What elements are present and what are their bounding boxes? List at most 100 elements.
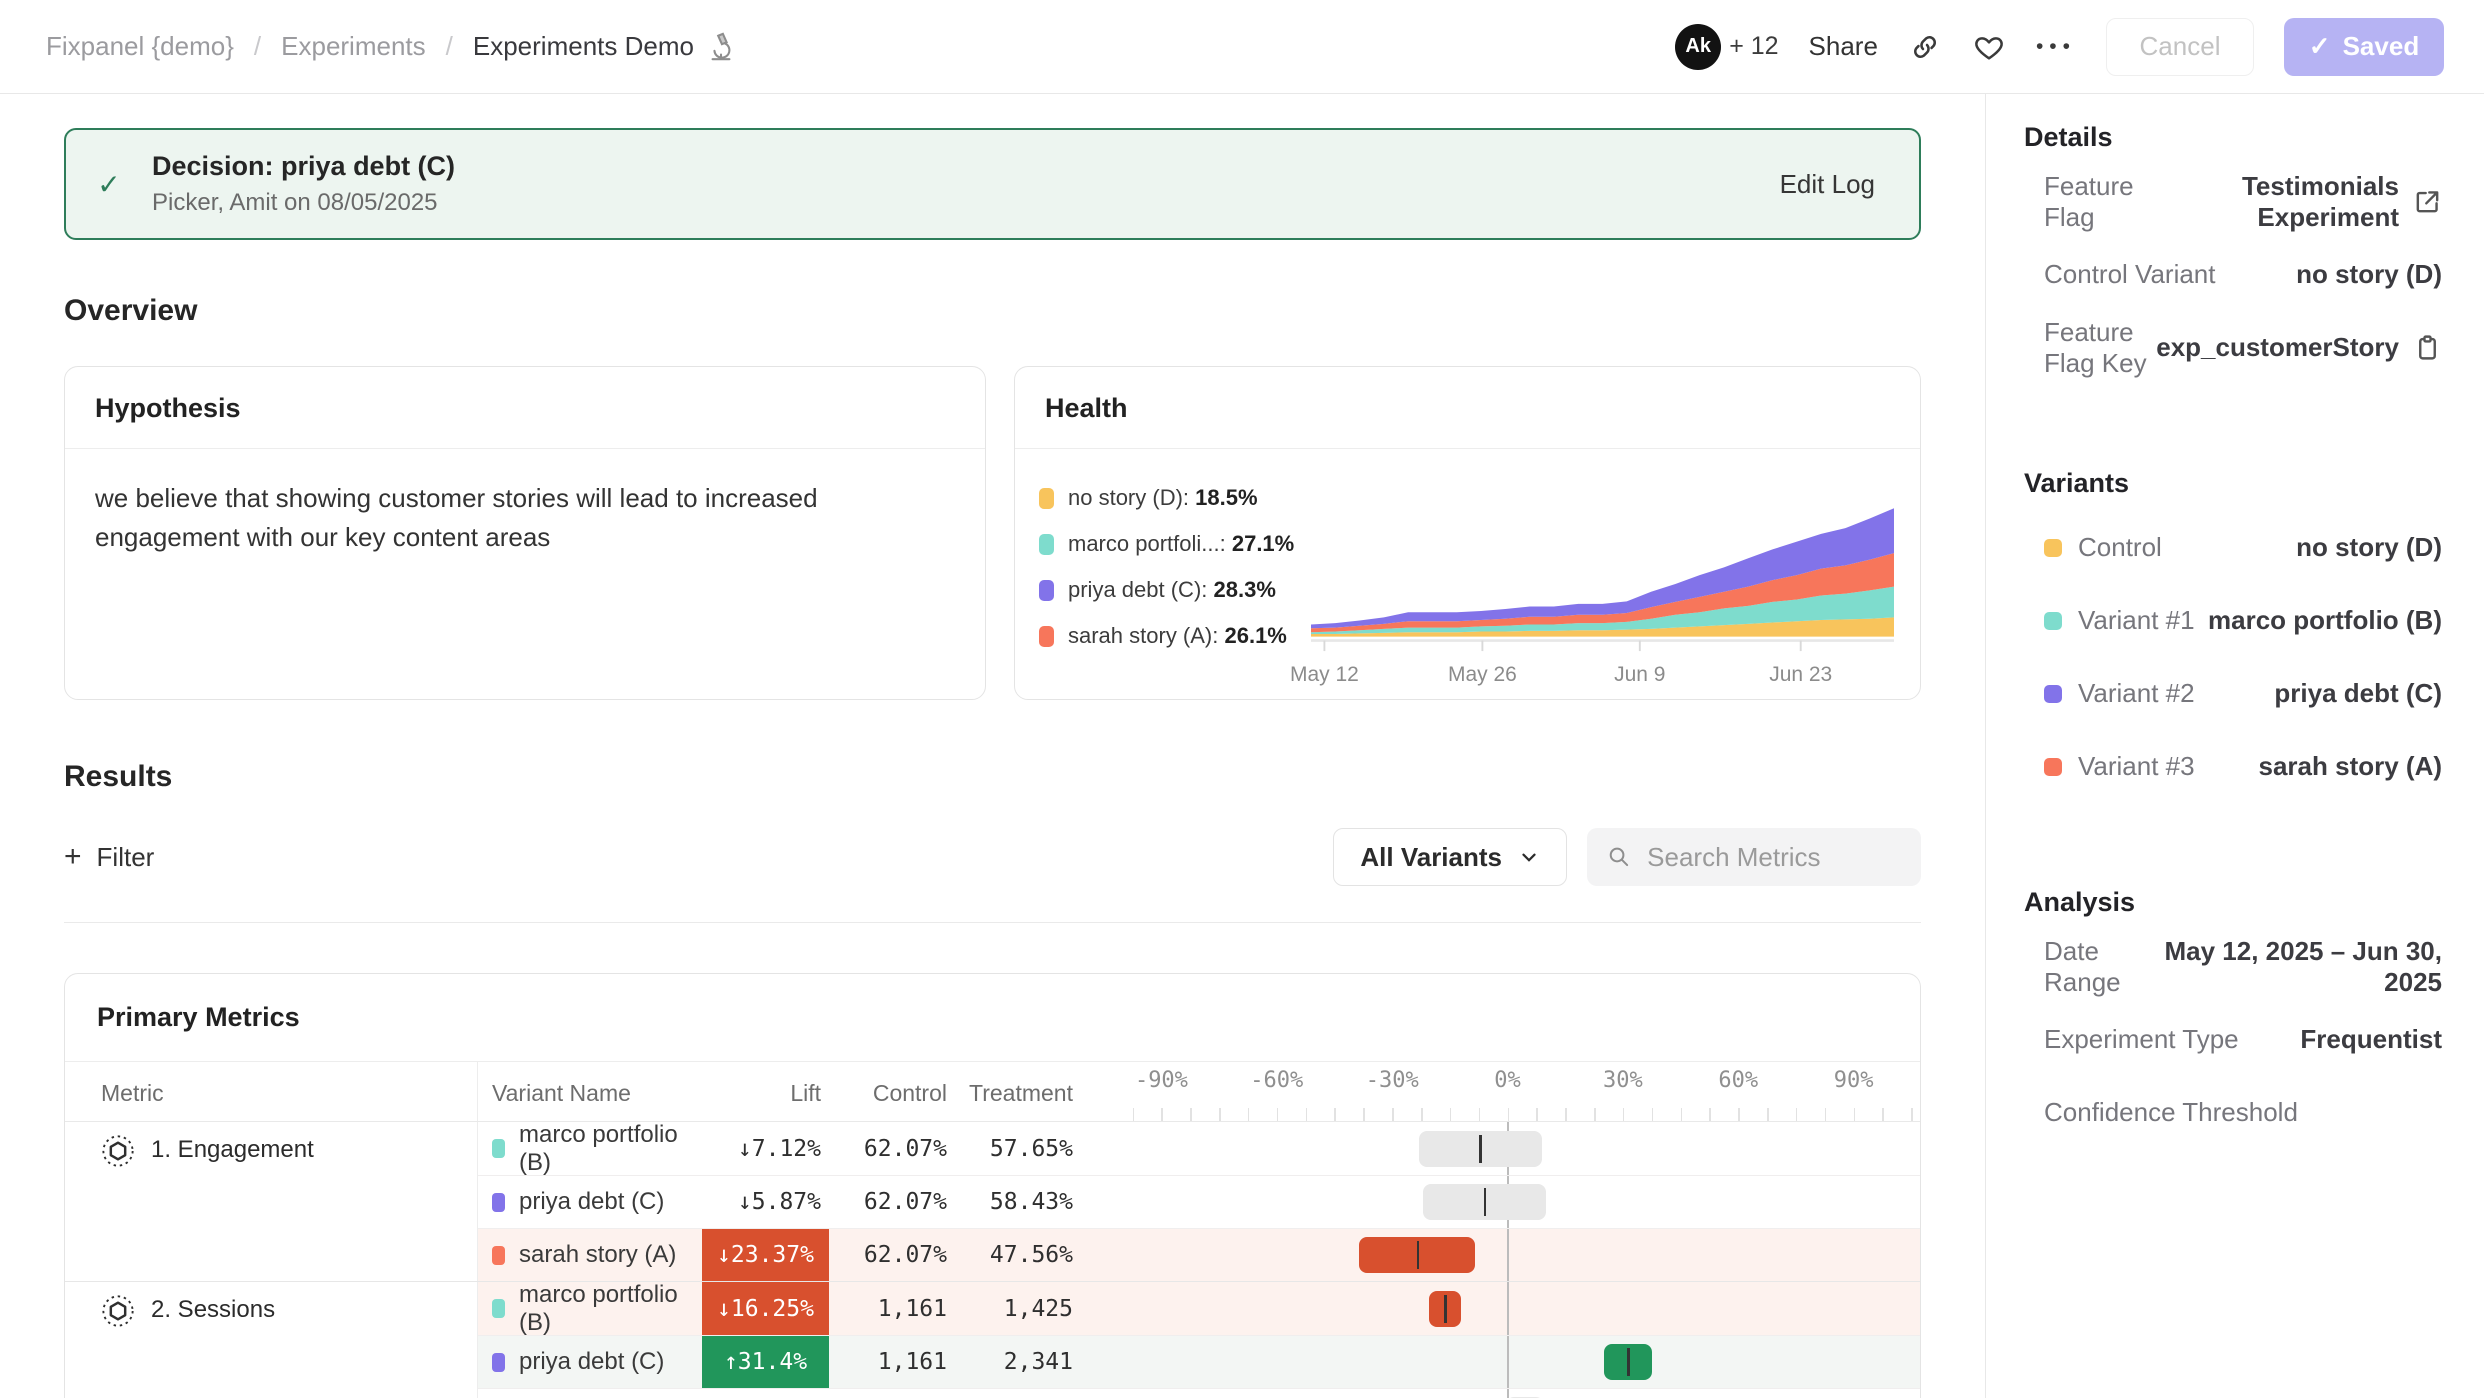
collaborators[interactable]: Ak + 12 [1675, 24, 1778, 70]
detail-label: Feature Flag [2044, 171, 2162, 233]
lift-cell: ↑4.54% [702, 1389, 829, 1398]
axis-tick [1248, 1108, 1250, 1121]
saved-button[interactable]: ✓ Saved [2284, 18, 2444, 76]
axis-tick [1450, 1108, 1452, 1121]
lift-cell: ↓16.25% [702, 1282, 829, 1335]
search-metrics-box[interactable] [1587, 828, 1921, 886]
axis-tick [1133, 1108, 1135, 1121]
overview-heading: Overview [64, 294, 1921, 328]
metric-name: 2. Sessions [151, 1296, 275, 1324]
plus-icon: + [64, 842, 82, 872]
axis-labels: -90%-60%-30%0%30%60%90% [1123, 1068, 1919, 1096]
variant-label: Control [2044, 532, 2162, 563]
more-options-icon[interactable]: ••• [2036, 35, 2076, 59]
ci-chart-cell [1123, 1229, 1919, 1281]
axis-tick [1536, 1108, 1538, 1121]
axis-label: 30% [1603, 1068, 1643, 1093]
details-heading: Details [2024, 122, 2442, 153]
axis-tick [1392, 1108, 1394, 1121]
metric-target-icon [101, 1134, 135, 1168]
breadcrumb-current: Experiments Demo [473, 31, 736, 62]
detail-value: no story (D) [2296, 259, 2442, 290]
analysis-section: Analysis Date RangeMay 12, 2025 – Jun 30… [2024, 887, 2442, 1149]
health-legend-item: priya debt (C): 28.3% [1039, 577, 1311, 603]
favorite-heart-icon[interactable] [1972, 30, 2006, 64]
variant-swatch [492, 1353, 505, 1372]
axis-label: -60% [1250, 1068, 1303, 1093]
ci-chart-cell [1123, 1176, 1919, 1228]
axis-tick [1854, 1108, 1856, 1121]
clipboard-icon[interactable] [2413, 333, 2442, 362]
ci-axis-header: -90%-60%-30%0%30%60%90% [1123, 1062, 1919, 1121]
variant-value: sarah story (A) [2259, 751, 2443, 782]
edit-log-button[interactable]: Edit Log [1780, 169, 1919, 200]
legend-swatch [1039, 534, 1054, 555]
variant-label: Variant #1 [2044, 605, 2195, 636]
saved-label: Saved [2343, 31, 2420, 62]
lift-cell: ↓23.37% [702, 1229, 829, 1281]
column-spacer [1073, 1062, 1123, 1121]
variant-row: Controlno story (D) [2024, 511, 2442, 584]
page-title: Experiments Demo [473, 31, 694, 62]
health-legend: no story (D): 18.5%marco portfoli...: 27… [1039, 459, 1311, 693]
variant-name: priya debt (C) [519, 1348, 664, 1376]
breadcrumb-experiments[interactable]: Experiments [281, 31, 426, 62]
hypothesis-card: Hypothesis we believe that showing custo… [64, 366, 986, 700]
copy-link-icon[interactable] [1908, 30, 1942, 64]
axis-label: 90% [1834, 1068, 1874, 1093]
zero-line [1507, 1389, 1509, 1398]
axis-tick [1594, 1108, 1596, 1121]
detail-value-text: Testimonials Experiment [2162, 171, 2399, 233]
breadcrumb-separator: / [446, 31, 453, 62]
axis-label: 60% [1718, 1068, 1758, 1093]
axis-label: 0% [1494, 1068, 1521, 1093]
collaborator-count: + 12 [1729, 32, 1778, 61]
ci-mid-tick [1479, 1135, 1482, 1163]
table-row[interactable]: marco portfolio (B)↓7.12%62.07%57.65% [478, 1122, 1920, 1175]
table-row[interactable]: priya debt (C)↓5.87%62.07%58.43% [478, 1175, 1920, 1228]
axis-tick [1277, 1108, 1279, 1121]
external-link-icon[interactable] [2413, 187, 2442, 216]
legend-label: marco portfoli...: 27.1% [1068, 531, 1294, 557]
variant-name: marco portfolio (B) [519, 1121, 702, 1177]
analysis-label: Date Range [2044, 936, 2159, 998]
metric-group: 1. Engagement marco portfolio (B)↓7.12%62… [65, 1122, 1920, 1281]
variant-color-swatch [2044, 539, 2062, 557]
avatar[interactable]: Ak [1675, 24, 1721, 70]
treatment-value: 1,716 [947, 1389, 1073, 1398]
analysis-row: Confidence Threshold [2024, 1076, 2442, 1149]
detail-value: exp_customerStory [2156, 332, 2442, 363]
axis-tick [1709, 1108, 1711, 1121]
axis-tick [1306, 1108, 1308, 1121]
ci-mid-tick [1484, 1188, 1487, 1216]
axis-tick [1681, 1108, 1683, 1121]
axis-tick [1825, 1108, 1827, 1121]
variant-name: sarah story (A) [519, 1241, 676, 1269]
axis-tick [1190, 1108, 1192, 1121]
breadcrumb: Fixpanel {demo} / Experiments / Experime… [46, 31, 736, 62]
variants-dropdown[interactable]: All Variants [1333, 828, 1567, 886]
add-filter-button[interactable]: + Filter [64, 842, 154, 873]
table-row[interactable]: priya debt (C)↑31.4%1,1612,341 [478, 1335, 1920, 1388]
lift-cell: ↑31.4% [702, 1336, 829, 1388]
axis-tick [1767, 1108, 1769, 1121]
cancel-button[interactable]: Cancel [2106, 18, 2254, 76]
ci-chart-cell [1123, 1122, 1919, 1175]
search-metrics-input[interactable] [1647, 842, 1901, 873]
column-control: Control [829, 1062, 947, 1121]
detail-row: Feature Flag Keyexp_customerStory [2024, 311, 2442, 384]
treatment-value: 1,425 [947, 1282, 1073, 1335]
axis-tick [1652, 1108, 1654, 1121]
table-row[interactable]: sarah story (A)↓23.37%62.07%47.56% [478, 1228, 1920, 1281]
analysis-row: Experiment TypeFrequentist [2024, 1003, 2442, 1076]
share-button[interactable]: Share [1809, 31, 1878, 62]
table-row[interactable]: sarah story (A)↑4.54%1,1611,716 [478, 1388, 1920, 1398]
breadcrumb-project[interactable]: Fixpanel {demo} [46, 31, 234, 62]
column-treatment: Treatment [947, 1062, 1073, 1121]
analysis-row: Date RangeMay 12, 2025 – Jun 30, 2025 [2024, 930, 2442, 1003]
metric-name: 1. Engagement [151, 1136, 314, 1164]
table-row[interactable]: marco portfolio (B)↓16.25%1,1611,425 [478, 1282, 1920, 1335]
axis-tick [1738, 1108, 1740, 1121]
ci-chart-cell [1123, 1282, 1919, 1335]
variant-swatch [492, 1139, 505, 1158]
